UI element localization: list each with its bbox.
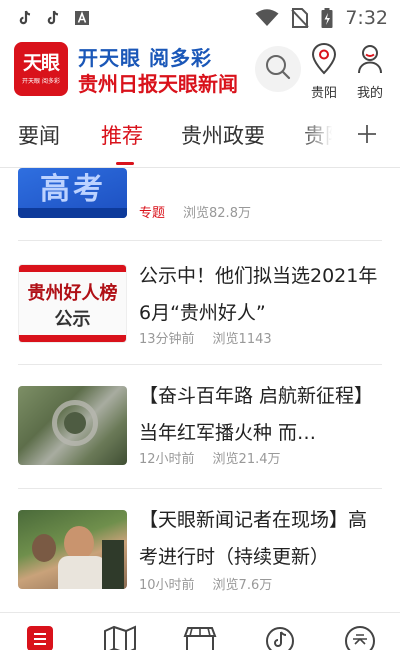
news-meta: 12小时前 浏览21.4万	[139, 448, 281, 467]
nav-store[interactable]	[180, 625, 220, 650]
news-item[interactable]: 贵州好人榜 公示 公示中！他们拟当选2021年6月“贵州好人” 13分钟前 浏览1…	[0, 240, 400, 364]
view-count: 浏览1143	[212, 332, 272, 347]
news-thumbnail: 贵州好人榜 公示	[18, 264, 127, 343]
home-icon	[26, 625, 54, 650]
search-icon	[264, 53, 292, 85]
plus-icon	[357, 124, 377, 148]
nav-home[interactable]	[20, 625, 60, 650]
nav-map[interactable]	[100, 625, 140, 650]
profile-button[interactable]: 我的	[352, 42, 388, 101]
add-channel-button[interactable]	[352, 116, 382, 156]
news-thumbnail	[18, 510, 127, 589]
news-title[interactable]: 【奋斗百年路 启航新征程】当年红军播火种 而…	[139, 378, 384, 452]
user-icon	[356, 42, 384, 80]
news-item[interactable]: 高考 专题 浏览82.8万	[0, 168, 400, 240]
thumbnail-text: 公示	[54, 309, 91, 330]
battery-charging-icon	[321, 8, 333, 28]
publish-time: 13分钟前	[139, 332, 195, 347]
nav-music[interactable]	[260, 625, 300, 650]
tab-tuijian[interactable]: 推荐	[101, 120, 143, 150]
tiktok-icon	[46, 10, 60, 26]
news-thumbnail	[18, 386, 127, 465]
location-button[interactable]: 贵阳	[306, 42, 342, 101]
topic-tag: 专题	[139, 206, 166, 221]
music-icon	[264, 625, 296, 650]
logo-text: 天眼	[22, 52, 60, 74]
publish-time: 10小时前	[139, 578, 195, 593]
no-sim-icon	[291, 8, 310, 28]
news-meta: 专题 浏览82.8万	[139, 202, 251, 221]
tab-guizhou-zhengyao[interactable]: 贵州政要	[181, 120, 265, 150]
thumbnail-text: 高考	[40, 172, 106, 207]
tiktok-icon	[18, 10, 32, 26]
news-item[interactable]: 【奋斗百年路 启航新征程】当年红军播火种 而… 12小时前 浏览21.4万	[0, 364, 400, 488]
slogan: 开天眼 阅多彩	[78, 46, 212, 70]
clock: 7:32	[345, 7, 388, 29]
location-pin-icon	[310, 42, 338, 80]
wifi-icon	[255, 9, 279, 27]
view-count: 浏览82.8万	[183, 206, 251, 221]
search-button[interactable]	[255, 46, 301, 92]
news-item[interactable]: 【天眼新闻记者在现场】高考进行时（持续更新） 10小时前 浏览7.6万	[0, 488, 400, 612]
news-meta: 10小时前 浏览7.6万	[139, 574, 272, 593]
news-meta: 13分钟前 浏览1143	[139, 328, 272, 347]
bottom-nav	[0, 612, 400, 650]
brand-title: 贵州日报天眼新闻	[78, 72, 238, 96]
thumbnail-text: 贵州好人榜	[27, 283, 118, 304]
active-tab-indicator	[116, 162, 134, 165]
location-label: 贵阳	[310, 86, 337, 101]
news-feed: 高考 专题 浏览82.8万 贵州好人榜 公示 公示中！他们拟当选2021年6月“贵…	[0, 168, 400, 612]
map-icon	[103, 625, 137, 650]
app-logo[interactable]: 天眼 开天眼 阅多彩	[14, 42, 68, 96]
news-title[interactable]: 公示中！他们拟当选2021年6月“贵州好人”	[139, 258, 384, 332]
app-header: 天眼 开天眼 阅多彩 开天眼 阅多彩 贵州日报天眼新闻 贵阳 我的	[0, 40, 400, 102]
tabs-fade	[300, 106, 346, 166]
profile-label: 我的	[356, 86, 383, 101]
view-count: 浏览7.6万	[212, 578, 273, 593]
nav-tianyan[interactable]	[340, 625, 380, 650]
tianyan-icon	[344, 625, 376, 650]
publish-time: 12小时前	[139, 452, 195, 467]
logo-subtext: 开天眼 阅多彩	[22, 78, 60, 85]
news-title[interactable]: 【天眼新闻记者在现场】高考进行时（持续更新）	[139, 502, 384, 576]
category-tabs: 要闻 推荐 贵州政要 贵阳	[0, 106, 400, 168]
view-count: 浏览21.4万	[212, 452, 281, 467]
tab-yaowen[interactable]: 要闻	[18, 120, 60, 150]
status-bar: 7:32	[0, 0, 400, 36]
store-icon	[183, 625, 217, 650]
app-a-icon	[74, 10, 90, 26]
news-thumbnail: 高考	[18, 168, 127, 218]
